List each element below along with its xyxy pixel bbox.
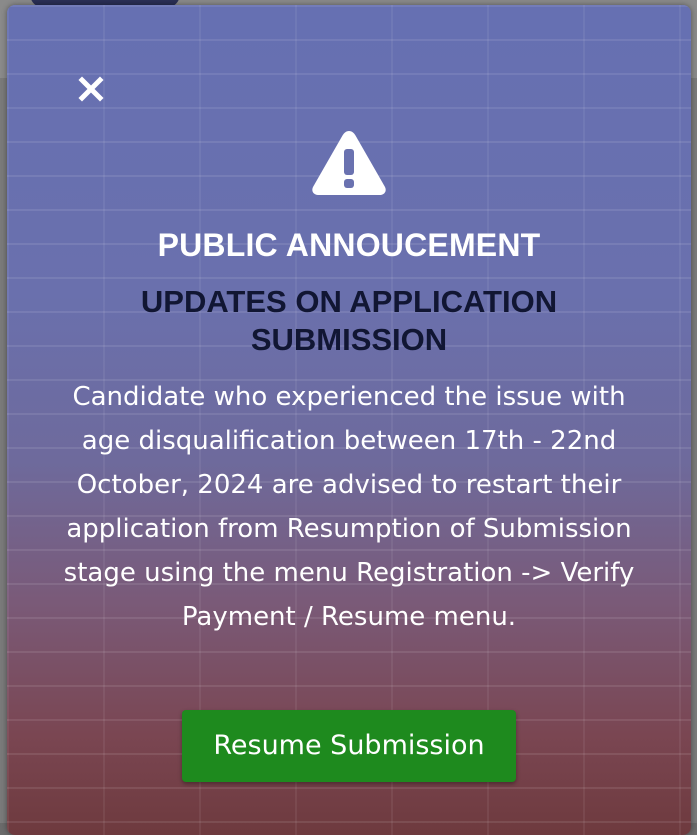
announcement-modal: PUBLIC ANNOUCEMENT UPDATES ON APPLICATIO…	[7, 5, 691, 835]
warning-triangle-icon	[311, 129, 387, 197]
announcement-subheading: UPDATES ON APPLICATION SUBMISSION	[140, 284, 558, 357]
announcement-message: Candidate who experienced the issue with…	[63, 382, 635, 632]
announcement-heading: PUBLIC ANNOUCEMENT	[157, 227, 541, 263]
resume-submission-button[interactable]: Resume Submission	[182, 710, 516, 782]
close-icon[interactable]	[77, 75, 105, 103]
